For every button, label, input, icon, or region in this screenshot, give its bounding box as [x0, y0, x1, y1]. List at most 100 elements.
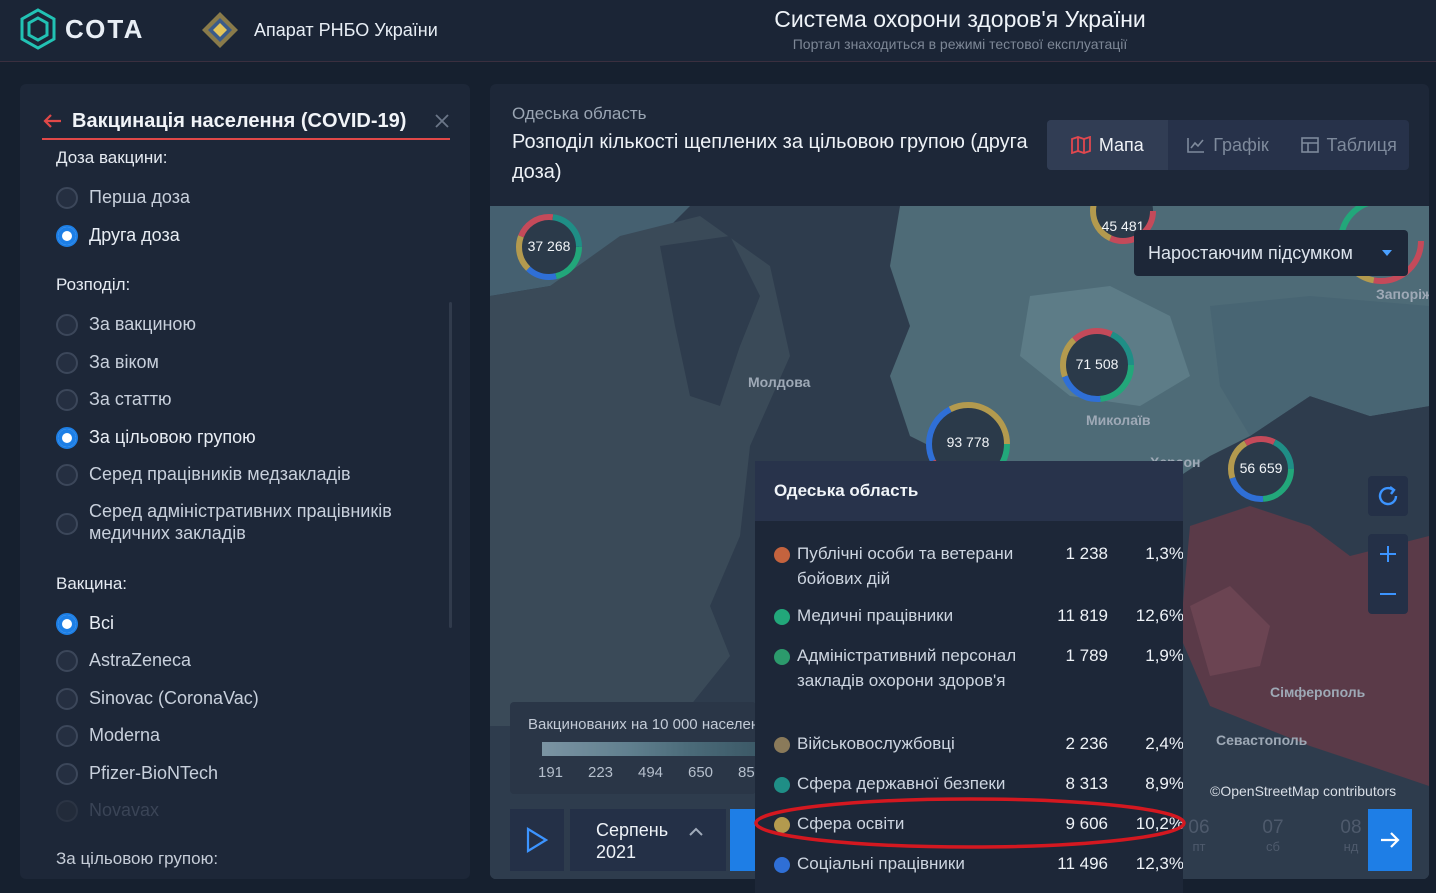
color-swatch — [774, 547, 790, 563]
cluster-marker[interactable]: 71 508 — [1058, 326, 1136, 404]
group-percent: 2,4% — [1145, 734, 1183, 753]
sidebar-header: Вакцинація населення (COVID-19) — [42, 104, 450, 140]
brand-name: СОТА — [65, 13, 145, 44]
weekday: сб — [1266, 839, 1280, 854]
radio-circle[interactable] — [56, 763, 78, 785]
next-day-button[interactable] — [1368, 809, 1412, 871]
color-swatch — [774, 777, 790, 793]
weekday: пт — [1192, 839, 1206, 854]
sidebar-scrollbar[interactable] — [449, 302, 452, 628]
radio-label: За статтю — [89, 389, 172, 409]
group-name: Військовослужбовці — [797, 734, 955, 753]
group-value: 1 238 — [1065, 544, 1108, 563]
zoom-in-icon[interactable] — [1379, 545, 1397, 563]
day-number: 06 — [1188, 817, 1210, 838]
month-selector[interactable]: Серпень 2021 — [570, 809, 726, 871]
accumulation-select[interactable]: Наростаючим підсумком — [1134, 230, 1408, 276]
radio-sinovac[interactable]: Sinovac (CoronaVac) — [56, 688, 426, 710]
radio-circle[interactable] — [56, 187, 78, 209]
cota-logo-icon — [20, 8, 56, 50]
radio-label: За цільовою групою — [89, 427, 256, 447]
radio-by-target-group[interactable]: За цільовою групою — [56, 427, 426, 449]
radio-label: Друга доза — [89, 225, 180, 245]
group-percent: 8,9% — [1145, 774, 1183, 793]
group-percent: 12,6% — [1135, 606, 1183, 625]
radio-pfizer[interactable]: Pfizer-BioNTech — [56, 763, 426, 785]
dose-label: Доза вакцини: — [56, 148, 168, 167]
radio-label: За віком — [89, 352, 159, 372]
vaccine-label: Вакцина: — [56, 574, 128, 593]
top-bar: СОТА Апарат РНБО України Система охорони… — [0, 0, 1436, 62]
zoom-out-icon[interactable] — [1379, 585, 1397, 603]
group-value: 8 313 — [1065, 774, 1108, 793]
day-item[interactable]: 06 пт — [1184, 817, 1214, 854]
radio-by-vaccine[interactable]: За вакциною — [56, 314, 426, 336]
logo[interactable]: СОТА — [19, 8, 144, 50]
rnbo-org: Апарат РНБО України — [200, 10, 438, 50]
legend-value: 223 — [588, 764, 614, 781]
radio-moderna[interactable]: Moderna — [56, 725, 426, 747]
tab-table[interactable]: Таблиця — [1288, 120, 1409, 170]
group-percent: 1,3% — [1145, 544, 1183, 563]
tab-map[interactable]: Мапа — [1047, 120, 1168, 170]
legend-value: 191 — [538, 764, 564, 781]
month-name: Серпень — [596, 820, 669, 840]
radio-circle[interactable] — [56, 225, 78, 247]
group-value: 11 496 — [1057, 854, 1108, 873]
legend-gradient — [542, 742, 756, 756]
color-swatch — [774, 649, 790, 665]
sidebar: Вакцинація населення (COVID-19) Доза вак… — [20, 84, 470, 879]
year: 2021 — [596, 842, 637, 862]
weekday: нд — [1343, 839, 1359, 854]
radio-circle[interactable] — [56, 650, 78, 672]
distribution-title: Розподіл кількості щеплених за цільовою … — [512, 131, 1028, 183]
radio-by-age[interactable]: За віком — [56, 352, 426, 374]
radio-circle[interactable] — [56, 314, 78, 336]
tab-label: Графік — [1213, 134, 1269, 155]
radio-novavax: Novavax — [56, 800, 426, 822]
legend-title: Вакцинованих на 10 000 населення — [528, 716, 776, 733]
play-icon — [526, 827, 548, 853]
target-group-label: За цільовою групою: — [56, 849, 219, 868]
group-name: Медичні працівники — [797, 606, 954, 625]
day-item[interactable]: 07 сб — [1258, 817, 1288, 854]
play-button[interactable] — [510, 809, 564, 871]
group-value: 1 789 — [1065, 646, 1108, 665]
radio-circle[interactable] — [56, 464, 78, 486]
cluster-label: 56 659 — [1239, 460, 1283, 476]
radio-circle[interactable] — [56, 725, 78, 747]
tab-label: Мапа — [1098, 134, 1144, 155]
radio-by-sex[interactable]: За статтю — [56, 389, 426, 411]
close-icon[interactable] — [434, 113, 450, 129]
radio-admin-workers[interactable]: Серед адміністративних працівників медич… — [56, 500, 426, 544]
radio-second-dose[interactable]: Друга доза — [56, 225, 426, 247]
map-attribution[interactable]: ©OpenStreetMap contributors — [1210, 783, 1396, 799]
radio-circle[interactable] — [56, 613, 78, 635]
tab-chart[interactable]: Графік — [1168, 120, 1289, 170]
radio-astrazeneca[interactable]: AstraZeneca — [56, 650, 426, 672]
day-number: 07 — [1262, 817, 1284, 838]
refresh-button[interactable] — [1368, 476, 1408, 516]
radio-circle[interactable] — [56, 688, 78, 710]
radio-circle[interactable] — [56, 513, 78, 535]
radio-all-vaccines[interactable]: Всі — [56, 613, 426, 635]
sidebar-title: Вакцинація населення (COVID-19) — [72, 109, 407, 132]
radio-medical-workers[interactable]: Серед працівників медзакладів — [56, 464, 426, 486]
table-icon — [1300, 137, 1319, 153]
group-percent: 1,9% — [1145, 646, 1183, 665]
color-swatch — [774, 737, 790, 753]
back-arrow-icon[interactable] — [42, 113, 62, 129]
system-title: Система охорони здоров'я України — [774, 6, 1146, 32]
cluster-label: 37 268 — [527, 238, 571, 254]
emblem-icon — [202, 12, 238, 48]
radio-circle[interactable] — [56, 352, 78, 374]
radio-circle[interactable] — [56, 389, 78, 411]
radio-circle[interactable] — [56, 427, 78, 449]
arrow-right-icon — [1381, 832, 1400, 848]
radio-first-dose[interactable]: Перша доза — [56, 187, 426, 209]
group-value: 11 819 — [1057, 606, 1108, 625]
cluster-marker[interactable]: 56 659 — [1226, 434, 1296, 504]
cluster-marker[interactable]: 37 268 — [514, 212, 584, 282]
day-item[interactable]: 08 нд — [1336, 817, 1366, 854]
group-name: Адміністративний персонал закладів охоро… — [797, 646, 1017, 690]
